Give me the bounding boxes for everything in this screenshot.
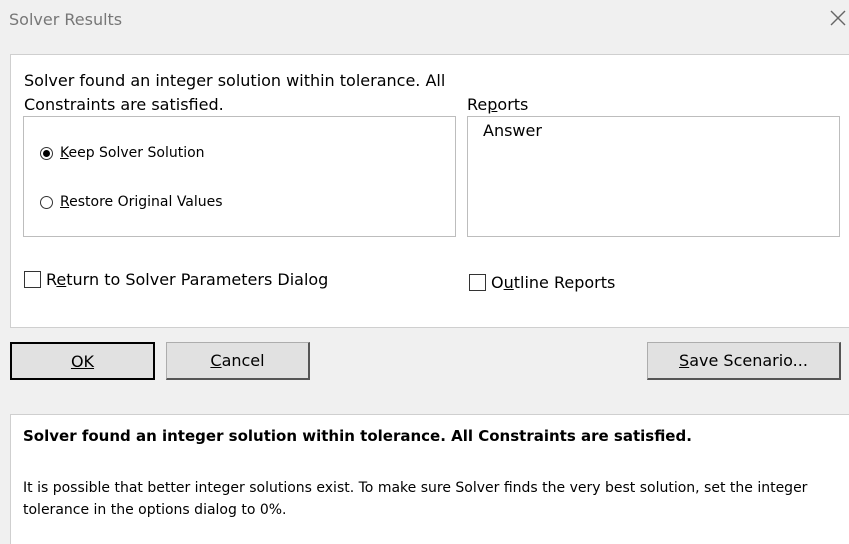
checkbox-unchecked-icon[interactable] — [24, 271, 41, 288]
restore-original-values-radio[interactable]: Restore Original Values — [40, 194, 223, 210]
return-to-solver-parameters-label: Return to Solver Parameters Dialog — [46, 270, 329, 289]
restore-original-values-label: Restore Original Values — [60, 194, 223, 210]
checkbox-unchecked-icon[interactable] — [469, 274, 486, 291]
keep-solver-solution-label: Keep Solver Solution — [60, 145, 205, 161]
save-scenario-button[interactable]: Save Scenario... — [647, 342, 841, 380]
cancel-button[interactable]: Cancel — [166, 342, 310, 380]
message-heading: Solver found an integer solution within … — [23, 427, 692, 445]
close-icon[interactable] — [829, 9, 847, 27]
reports-list[interactable]: Answer — [467, 116, 840, 237]
outline-reports-checkbox[interactable]: Outline Reports — [469, 273, 615, 292]
message-body: It is possible that better integer solut… — [23, 480, 808, 518]
return-to-solver-parameters-checkbox[interactable]: Return to Solver Parameters Dialog — [24, 270, 328, 289]
report-item-answer[interactable]: Answer — [483, 121, 542, 140]
keep-solver-solution-radio[interactable]: Keep Solver Solution — [40, 145, 205, 161]
status-message: Solver found an integer solution within … — [24, 71, 446, 114]
title-bar: Solver Results — [0, 0, 849, 40]
solution-options-group: Keep Solver Solution Restore Original Va… — [23, 116, 456, 237]
window-title: Solver Results — [9, 10, 123, 29]
radio-selected-icon[interactable] — [40, 146, 53, 160]
results-panel: Solver found an integer solution within … — [10, 54, 849, 328]
reports-label: Reports — [467, 95, 529, 114]
ok-button[interactable]: OK — [10, 342, 155, 380]
message-panel: Solver found an integer solution within … — [10, 414, 849, 544]
outline-reports-label: Outline Reports — [491, 273, 616, 292]
radio-unselected-icon[interactable] — [40, 195, 53, 209]
